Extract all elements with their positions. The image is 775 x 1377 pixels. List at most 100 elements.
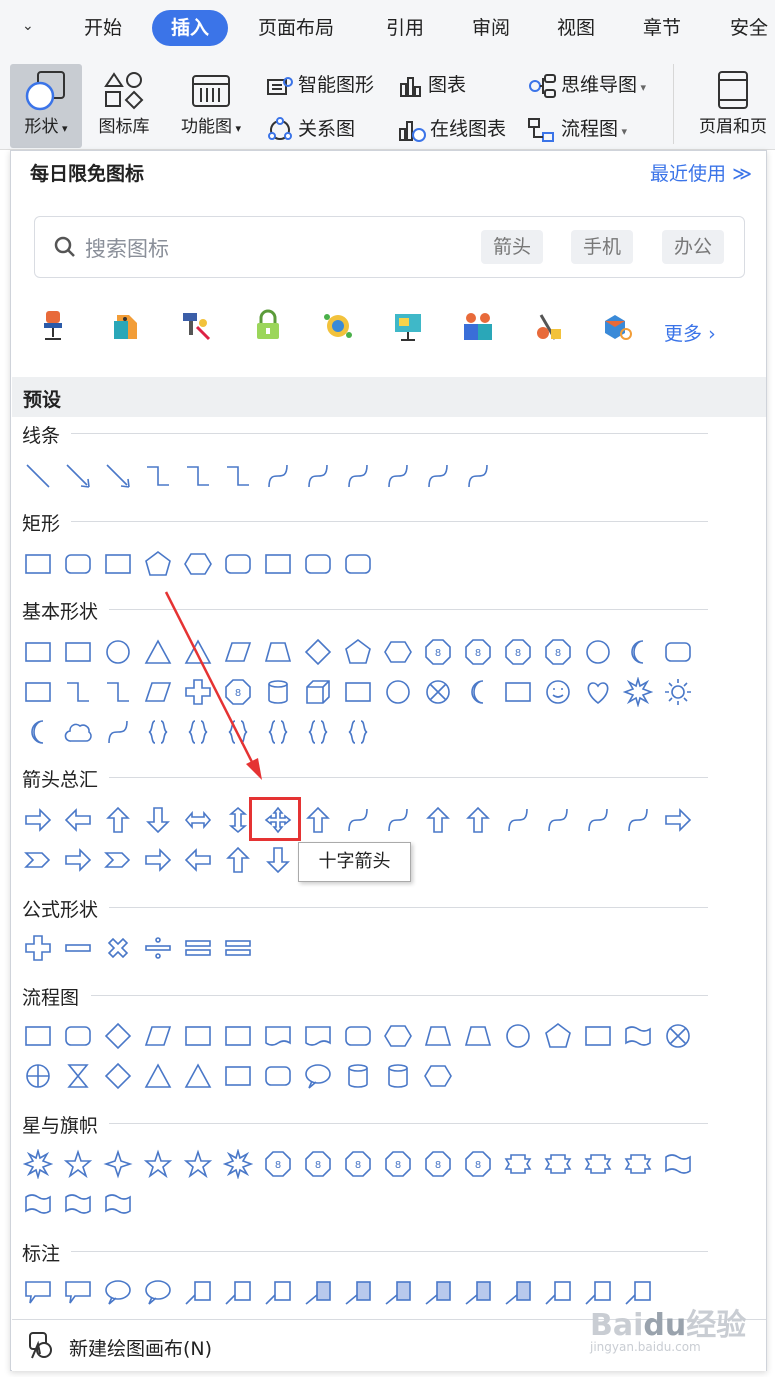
shape-hex-icon[interactable] <box>423 1061 453 1091</box>
shape-rect-icon[interactable] <box>223 1061 253 1091</box>
shape-octn-icon[interactable]: 8 <box>423 1149 453 1179</box>
shape-ua-icon[interactable] <box>303 805 333 835</box>
shape-octn-icon[interactable]: 8 <box>303 1149 333 1179</box>
shape-burst-icon[interactable] <box>222 1148 254 1180</box>
shape-star5-icon[interactable] <box>183 1149 213 1179</box>
shape-moon-icon[interactable] <box>23 717 53 747</box>
shape-ra-icon[interactable] <box>143 845 173 875</box>
shape-hex-icon[interactable] <box>383 1021 413 1051</box>
shape-trap-icon[interactable] <box>463 1021 493 1051</box>
tab-security[interactable]: 安全 <box>716 10 775 46</box>
shape-ua-icon[interactable] <box>103 805 133 835</box>
shape-moon-icon[interactable] <box>463 677 493 707</box>
shape-elbow-icon[interactable] <box>63 677 93 707</box>
science-lab-icon[interactable] <box>531 309 565 343</box>
shape-moon-icon[interactable] <box>623 637 653 667</box>
shape-rrect-icon[interactable] <box>263 1061 293 1091</box>
shape-fcallout-icon[interactable] <box>383 1277 413 1307</box>
network-sphere-icon[interactable] <box>321 309 355 343</box>
padlock-icon[interactable] <box>251 309 285 343</box>
shape-rect-icon[interactable] <box>343 677 373 707</box>
shape-times-icon[interactable] <box>103 933 133 963</box>
shape-cube-icon[interactable] <box>303 677 333 707</box>
shape-rrect-icon[interactable] <box>663 637 693 667</box>
shape-button[interactable]: 形状 ▾ <box>10 64 82 148</box>
shape-cyl-icon[interactable] <box>263 677 293 707</box>
tag-phone[interactable]: 手机 <box>571 230 634 264</box>
shape-elbow-icon[interactable] <box>223 461 253 491</box>
shape-ocallout-icon[interactable] <box>143 1277 173 1307</box>
shape-circle-icon[interactable] <box>583 637 613 667</box>
tab-view[interactable]: 视图 <box>543 10 609 46</box>
shape-curve-icon[interactable] <box>383 805 413 835</box>
shape-doc-icon[interactable] <box>263 1021 293 1051</box>
shape-wave-icon[interactable] <box>103 1189 133 1219</box>
shape-arrowline-icon[interactable] <box>63 461 93 491</box>
presentation-board-icon[interactable] <box>391 309 425 343</box>
shape-wave-icon[interactable] <box>23 1189 53 1219</box>
shape-doc-icon[interactable] <box>303 1021 333 1051</box>
tab-references[interactable]: 引用 <box>372 10 438 46</box>
shape-fcallout-icon[interactable] <box>303 1277 333 1307</box>
shape-hex-icon[interactable] <box>183 549 213 579</box>
shape-ua-icon[interactable] <box>423 805 453 835</box>
shape-lcallout-icon[interactable] <box>223 1277 253 1307</box>
shape-arrowline-icon[interactable] <box>103 461 133 491</box>
shape-lra-icon[interactable] <box>183 805 213 835</box>
shape-ocallout-icon[interactable] <box>103 1277 133 1307</box>
shape-circle-icon[interactable] <box>103 637 133 667</box>
shape-cyl-icon[interactable] <box>343 1061 373 1091</box>
shape-octn-icon[interactable]: 8 <box>263 1149 293 1179</box>
shape-rect-icon[interactable] <box>23 677 53 707</box>
shape-diamond-icon[interactable] <box>103 1021 133 1051</box>
shape-brace-icon[interactable] <box>263 717 293 747</box>
shape-rrect-icon[interactable] <box>63 1021 93 1051</box>
shape-da-icon[interactable] <box>143 805 173 835</box>
shape-brace-icon[interactable] <box>223 717 253 747</box>
shape-ua-icon[interactable] <box>223 845 253 875</box>
collapse-chevron-icon[interactable]: ⌄ <box>22 18 34 34</box>
shape-rect-icon[interactable] <box>23 1021 53 1051</box>
shape-cloud-icon[interactable] <box>63 717 93 747</box>
shape-rect-icon[interactable] <box>183 1021 213 1051</box>
shape-rect-icon[interactable] <box>223 1021 253 1051</box>
flowchart-button[interactable]: 流程图 ▾ <box>527 114 627 144</box>
icon-library-button[interactable]: 图标库 <box>88 64 160 137</box>
header-footer-button[interactable]: 页眉和页 <box>688 64 775 137</box>
shape-heart-icon[interactable] <box>583 677 613 707</box>
shape-pent-icon[interactable] <box>343 637 373 667</box>
shape-tri-icon[interactable] <box>143 1061 173 1091</box>
shape-ocallout-icon[interactable] <box>303 1061 333 1091</box>
shape-rect-icon[interactable] <box>503 677 533 707</box>
shape-curve-icon[interactable] <box>303 461 333 491</box>
shape-da-icon[interactable] <box>263 845 293 875</box>
shape-trap-icon[interactable] <box>423 1021 453 1051</box>
shape-fcallout-icon[interactable] <box>503 1277 533 1307</box>
shape-ribbon-icon[interactable] <box>583 1149 613 1179</box>
shape-rrect-icon[interactable] <box>343 549 373 579</box>
tab-chapter[interactable]: 章节 <box>629 10 695 46</box>
recently-used-link[interactable]: 最近使用 ≫ <box>650 159 752 186</box>
shape-octn-icon[interactable]: 8 <box>543 637 573 667</box>
shape-rrect-icon[interactable] <box>303 549 333 579</box>
shape-xcirc-icon[interactable] <box>423 677 453 707</box>
smartart-button[interactable]: 智能图形 <box>266 70 374 100</box>
shape-la-icon[interactable] <box>183 845 213 875</box>
shape-brace-icon[interactable] <box>143 717 173 747</box>
shape-curve-icon[interactable] <box>383 461 413 491</box>
shape-xcirc-icon[interactable] <box>663 1021 693 1051</box>
mindmap-button[interactable]: 思维导图 ▾ <box>527 70 646 100</box>
shape-curve-icon[interactable] <box>463 461 493 491</box>
shape-fcallout-icon[interactable] <box>423 1277 453 1307</box>
shape-div-icon[interactable] <box>143 933 173 963</box>
shape-octn-icon[interactable]: 8 <box>423 637 453 667</box>
shape-eq-icon[interactable] <box>183 933 213 963</box>
icon-search-box[interactable]: 搜索图标 箭头 手机 办公 <box>34 216 745 278</box>
shape-elbow-icon[interactable] <box>183 461 213 491</box>
shape-brace-icon[interactable] <box>303 717 333 747</box>
shape-star4-icon[interactable] <box>103 1149 133 1179</box>
shape-curve-icon[interactable] <box>503 805 533 835</box>
shape-octn-icon[interactable]: 8 <box>463 637 493 667</box>
tab-insert[interactable]: 插入 <box>152 10 228 46</box>
shape-curve-icon[interactable] <box>623 805 653 835</box>
